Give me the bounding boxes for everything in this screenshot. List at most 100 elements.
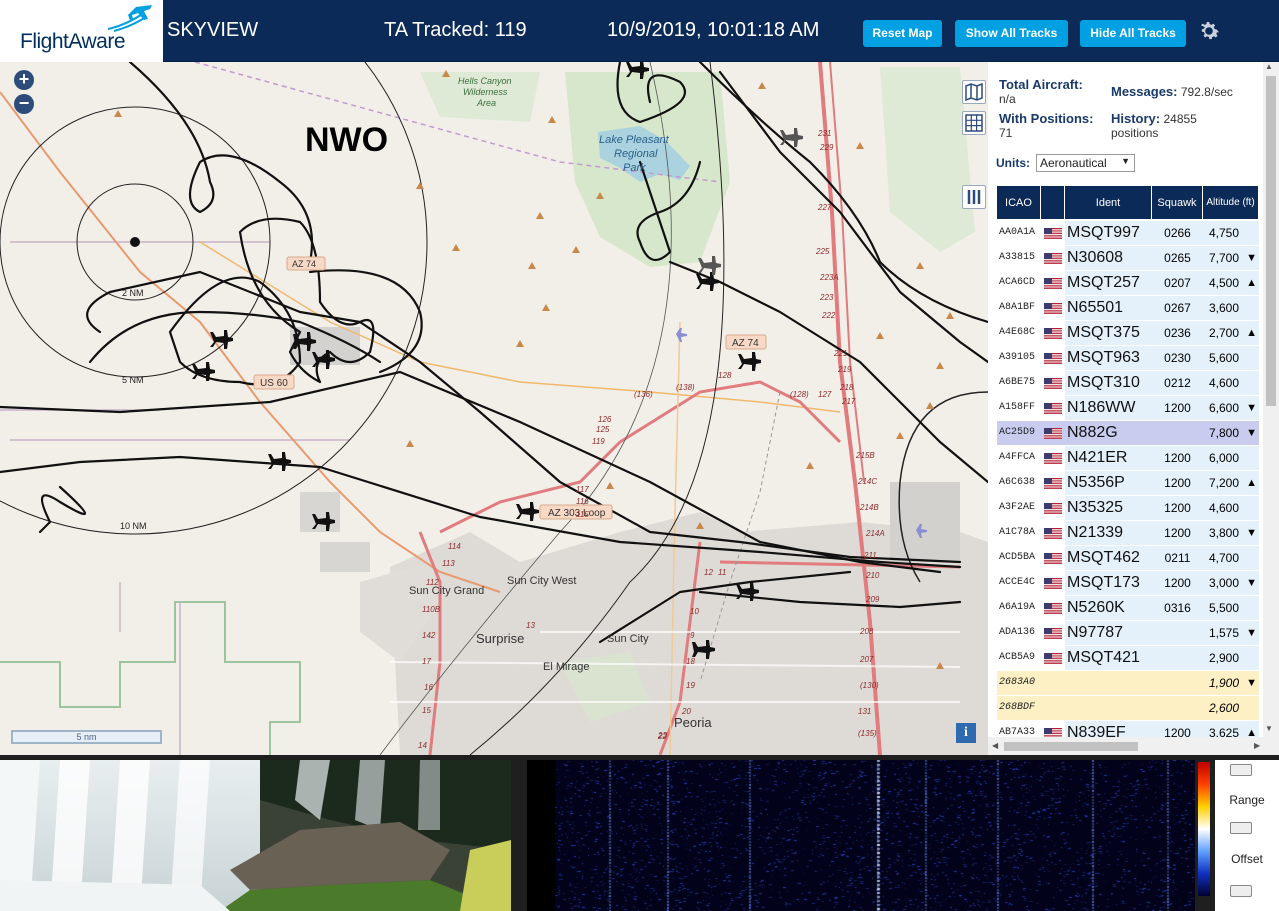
table-header: ICAO Ident Squawk Altitude (ft) (997, 186, 1259, 219)
cell-icao: A39105 (997, 346, 1041, 370)
town-label-sun-city: Sun City (607, 633, 649, 645)
table-row[interactable]: A6BE75 MSQT310 0212 4,600 (997, 371, 1259, 396)
table-row[interactable]: A6C638 N5356P 1200 7,200 ▲ (997, 471, 1259, 496)
scroll-thumb[interactable] (1266, 76, 1276, 406)
cell-squawk (1152, 621, 1203, 645)
column-header-flag[interactable] (1041, 186, 1065, 219)
table-row[interactable]: ACA6CD MSQT257 0207 4,500 ▲ (997, 271, 1259, 296)
ring-label-5nm: 5 NM (122, 375, 144, 385)
cell-icao: AC25D9 (997, 421, 1041, 445)
cell-icao: A4FFCA (997, 446, 1041, 470)
column-header-altitude[interactable]: Altitude (ft) (1203, 186, 1259, 219)
table-row[interactable]: 2683A0 1,900 ▼ (997, 671, 1259, 696)
flightaware-logo[interactable]: FlightAware (0, 0, 163, 62)
table-vertical-scrollbar[interactable]: ▲ ▼ (1263, 62, 1279, 737)
table-row[interactable]: A39105 MSQT963 0230 5,600 (997, 346, 1259, 371)
table-row[interactable]: A3F2AE N35325 1200 4,600 (997, 496, 1259, 521)
table-row[interactable]: A158FF N186WW 1200 6,600 ▼ (997, 396, 1259, 421)
top-slider-knob[interactable] (1230, 764, 1252, 776)
exit-number-label: 20 (681, 707, 691, 716)
range-slider-knob[interactable] (1230, 822, 1252, 834)
exit-number-label: 112 (426, 578, 439, 587)
hells-canyon-label-2: Wilderness (463, 87, 508, 97)
horizontal-scroll-thumb[interactable] (1004, 742, 1138, 751)
us-flag-icon (1044, 253, 1062, 264)
table-row[interactable]: AC25D9 N882G 7,800 ▼ (997, 421, 1259, 446)
exit-number-label: 221 (833, 349, 847, 358)
chevron-down-icon: ▼ (1121, 156, 1130, 166)
exit-number-label: 227 (817, 203, 832, 212)
road-label-us60: US 60 (260, 378, 288, 389)
exit-number-label: 11 (718, 568, 726, 577)
cell-flag (1041, 321, 1065, 345)
exit-number-label: 215B (855, 451, 875, 460)
altitude-trend-icon: ▲ (1246, 277, 1257, 289)
table-row[interactable]: A8A1BF N65501 0267 3,600 (997, 296, 1259, 321)
altitude-value: 2,700 (1209, 326, 1240, 340)
us-flag-icon (1044, 628, 1062, 639)
reset-map-button[interactable]: Reset Map (863, 20, 942, 47)
table-horizontal-scrollbar[interactable]: ◀ ▶ (988, 737, 1279, 755)
with-positions-label: With Positions: (999, 111, 1094, 126)
map-layers-button[interactable] (962, 80, 986, 104)
table-row[interactable]: A33815 N30608 0265 7,700 ▼ (997, 246, 1259, 271)
spectrum-waterfall (527, 760, 1195, 911)
table-row[interactable]: A1C78A N21339 1200 3,800 ▼ (997, 521, 1259, 546)
exit-number-label: (136) (634, 390, 653, 399)
cell-flag (1041, 296, 1065, 320)
exit-number-label: (135) (858, 729, 877, 738)
units-label: Units: (996, 156, 1030, 170)
hells-canyon-label-3: Area (476, 98, 496, 108)
top-bar: FlightAware SKYVIEW TA Tracked: 119 10/9… (0, 0, 1279, 62)
us-flag-icon (1044, 603, 1062, 614)
exit-number-label: 207 (859, 655, 874, 664)
exit-number-label: 223A (819, 273, 839, 282)
cell-ident: N186WW (1065, 396, 1152, 420)
exit-number-label: 12 (704, 568, 713, 577)
hells-canyon-label-1: Hells Canyon (458, 76, 512, 86)
show-all-tracks-button[interactable]: Show All Tracks (955, 20, 1068, 47)
scroll-left-arrow-icon[interactable]: ◀ (992, 741, 998, 750)
map-canvas[interactable]: NWO 2 NM 5 NM 10 NM Hells Canyon Wildern… (0, 62, 988, 755)
us-flag-icon (1044, 553, 1062, 564)
cell-flag (1041, 621, 1065, 645)
info-button[interactable]: i (956, 723, 976, 743)
cell-flag (1041, 271, 1065, 295)
units-select[interactable]: Aeronautical ▼ (1036, 154, 1135, 172)
grid-toggle-button[interactable] (962, 111, 986, 135)
us-flag-icon (1044, 353, 1062, 364)
cell-flag (1041, 696, 1065, 720)
table-row[interactable]: AA0A1A MSQT997 0266 4,750 (997, 221, 1259, 246)
table-row[interactable]: A4FFCA N421ER 1200 6,000 (997, 446, 1259, 471)
table-row[interactable]: 268BDF 2,600 (997, 696, 1259, 721)
altitude-trend-icon: ▲ (1246, 327, 1257, 339)
column-header-squawk[interactable]: Squawk (1152, 186, 1203, 219)
scroll-up-arrow-icon[interactable]: ▲ (1265, 62, 1273, 71)
exit-number-label: 19 (686, 681, 695, 690)
table-row[interactable]: A4E68C MSQT375 0236 2,700 ▲ (997, 321, 1259, 346)
columns-toggle-button[interactable] (962, 185, 986, 209)
cell-squawk: 1200 (1152, 496, 1203, 520)
cell-ident: N5260K (1065, 596, 1152, 620)
altitude-value: 4,600 (1209, 376, 1240, 390)
zoom-out-button[interactable]: − (14, 94, 34, 114)
altitude-value: 6,600 (1209, 401, 1240, 415)
exit-number-label: 231 (817, 129, 831, 138)
table-row[interactable]: ADA136 N97787 1,575 ▼ (997, 621, 1259, 646)
scroll-down-arrow-icon[interactable]: ▼ (1265, 724, 1273, 733)
map-view[interactable]: NWO 2 NM 5 NM 10 NM Hells Canyon Wildern… (0, 62, 988, 755)
exit-number-label: 209 (865, 595, 880, 604)
table-row[interactable]: ACD5BA MSQT462 0211 4,700 (997, 546, 1259, 571)
column-header-ident[interactable]: Ident (1065, 186, 1152, 219)
logo-text: FlightAware (20, 30, 126, 53)
table-row[interactable]: ACB5A9 MSQT421 2,900 (997, 646, 1259, 671)
table-row[interactable]: ACCE4C MSQT173 1200 3,000 ▼ (997, 571, 1259, 596)
hide-all-tracks-button[interactable]: Hide All Tracks (1080, 20, 1186, 47)
offset-slider-knob[interactable] (1230, 885, 1252, 897)
gear-icon[interactable] (1196, 18, 1222, 44)
zoom-in-button[interactable]: + (14, 70, 34, 90)
cell-flag (1041, 346, 1065, 370)
table-row[interactable]: A6A19A N5260K 0316 5,500 (997, 596, 1259, 621)
scroll-right-arrow-icon[interactable]: ▶ (1254, 741, 1260, 750)
column-header-icao[interactable]: ICAO (997, 186, 1041, 219)
